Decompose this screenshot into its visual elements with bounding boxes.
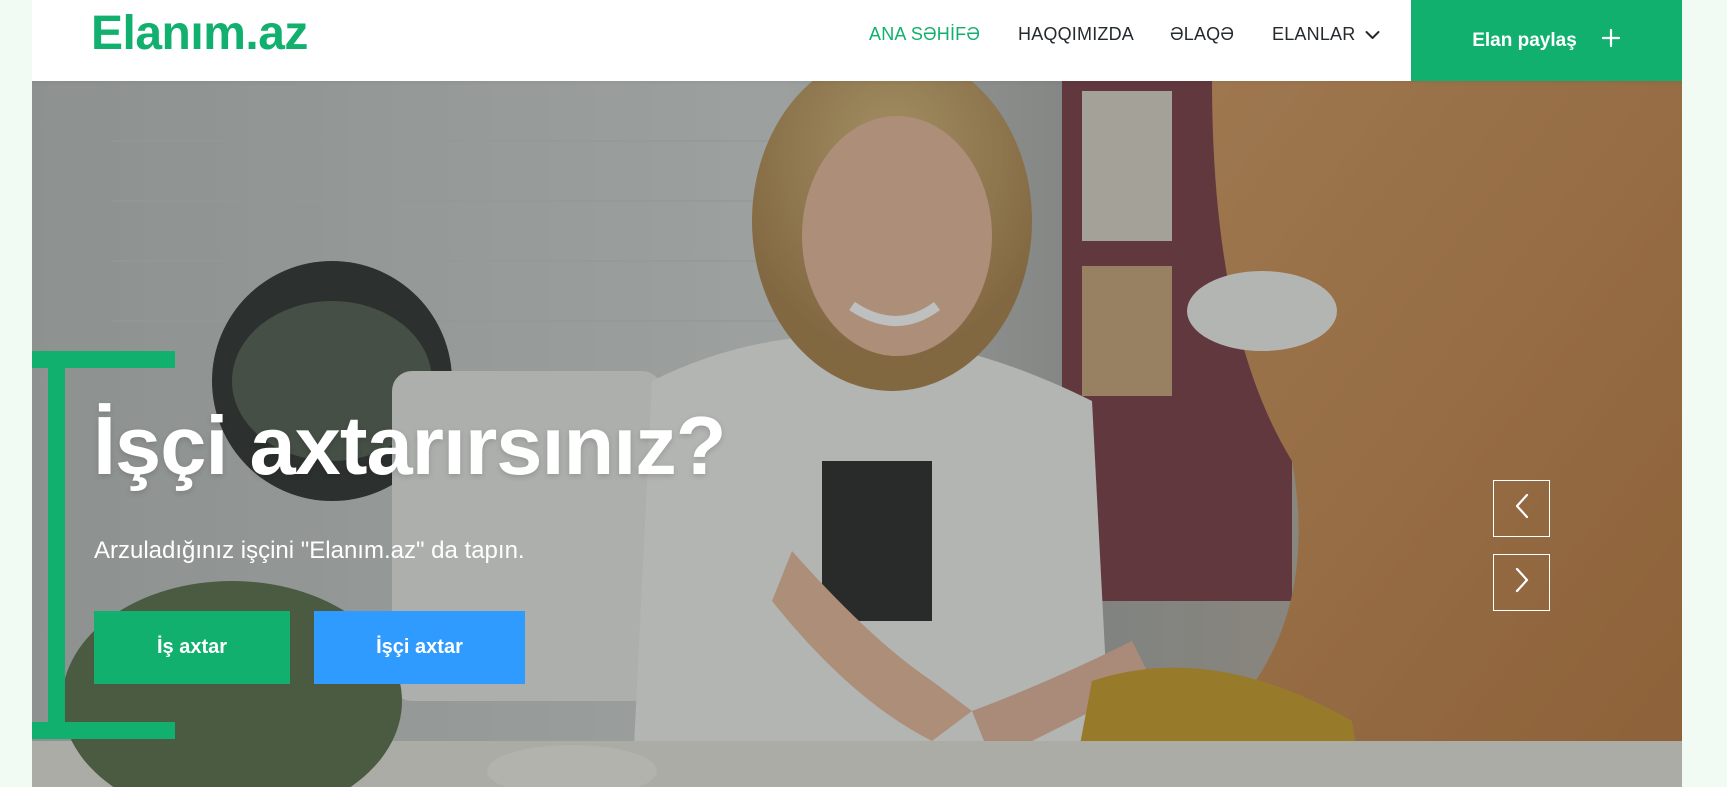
chevron-down-icon (1365, 24, 1380, 44)
post-listing-button[interactable]: Elan paylaş (1411, 0, 1682, 81)
hero-slider: İşçi axtarırsınız? Arzuladığınız işçini … (32, 81, 1682, 787)
hero-title: İşçi axtarırsınız? (93, 399, 726, 492)
site-header: Elanım.az ANA SƏHİFƏ HAQQIMIZDA ƏLAQƏ EL… (32, 0, 1682, 81)
nav-item-contact[interactable]: ƏLAQƏ (1170, 24, 1234, 44)
post-listing-label: Elan paylaş (1472, 29, 1577, 51)
nav-item-home[interactable]: ANA SƏHİFƏ (869, 24, 980, 44)
accent-bracket-top (32, 351, 175, 368)
slider-prev-button[interactable] (1493, 480, 1550, 537)
nav-item-listings-label: ELANLAR (1272, 24, 1356, 44)
plus-icon (1601, 24, 1621, 54)
accent-bracket (48, 351, 65, 739)
chevron-right-icon (1513, 566, 1531, 599)
find-job-button[interactable]: İş axtar (94, 611, 290, 684)
chevron-left-icon (1513, 492, 1531, 525)
nav-item-about[interactable]: HAQQIMIZDA (1018, 24, 1134, 44)
slider-next-button[interactable] (1493, 554, 1550, 611)
hero-subtitle: Arzuladığınız işçini "Elanım.az" da tapı… (94, 537, 525, 564)
nav-item-listings[interactable]: ELANLAR (1272, 24, 1380, 44)
accent-bracket-bottom (32, 722, 175, 739)
find-worker-button[interactable]: İşçi axtar (314, 611, 525, 684)
page-frame: Elanım.az ANA SƏHİFƏ HAQQIMIZDA ƏLAQƏ EL… (32, 0, 1682, 787)
